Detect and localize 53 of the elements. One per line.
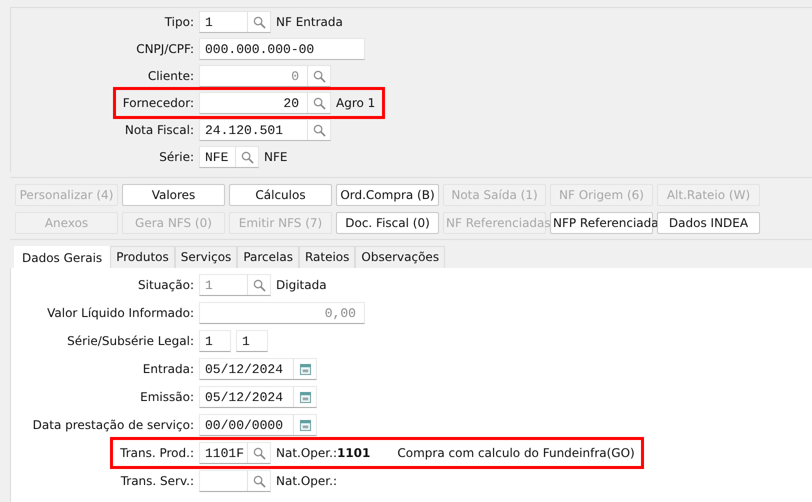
field-label: Situação: xyxy=(138,278,194,292)
action-button[interactable]: Doc. Fiscal (0) xyxy=(336,212,439,234)
description-text: Agro 1 xyxy=(336,96,376,110)
description-text: Compra com calculo do Fundeinfra(GO) xyxy=(397,446,635,460)
field-label: CNPJ/CPF: xyxy=(136,42,194,56)
lookup-field[interactable] xyxy=(199,470,271,492)
lookup-field[interactable]: 1101F xyxy=(199,442,271,464)
action-button[interactable]: Ord.Compra (B) xyxy=(336,184,439,206)
tab[interactable]: Observações xyxy=(355,246,446,268)
input-field[interactable]: 000.000.000-00 xyxy=(199,38,365,60)
calendar-icon[interactable] xyxy=(300,392,310,402)
field-label: Valor Líquido Informado: xyxy=(47,306,194,320)
field-label: Trans. Prod.: xyxy=(120,446,194,460)
search-icon[interactable] xyxy=(252,16,266,28)
field-label: Série: xyxy=(159,150,194,164)
description-text: NF Entrada xyxy=(276,15,343,29)
field-label: Data prestação de serviço: xyxy=(32,418,194,432)
action-button[interactable]: Dados INDEA xyxy=(657,212,760,234)
tab[interactable]: Rateios xyxy=(298,246,356,268)
lookup-field[interactable]: 24.120.501 xyxy=(199,119,331,141)
nat-oper-text: Nat.Oper.:1101 xyxy=(276,446,370,460)
field-label: Fornecedor: xyxy=(122,96,194,110)
date-field[interactable]: 00/00/0000 xyxy=(199,414,317,436)
date-field[interactable]: 05/12/2024 xyxy=(199,386,317,408)
description-text: Digitada xyxy=(276,278,327,292)
field-label: Cliente: xyxy=(148,69,194,83)
action-button[interactable]: Cálculos xyxy=(229,184,332,206)
input-field[interactable]: 1 xyxy=(236,330,268,352)
search-icon[interactable] xyxy=(252,474,266,488)
field-label: Entrada: xyxy=(142,362,194,376)
search-icon[interactable] xyxy=(312,124,326,136)
search-icon[interactable] xyxy=(312,96,326,110)
action-button[interactable]: Valores xyxy=(122,184,225,206)
field-label: Emissão: xyxy=(140,390,194,404)
tab[interactable]: Produtos xyxy=(110,246,175,268)
input-field[interactable]: 1 xyxy=(199,330,231,352)
calendar-icon[interactable] xyxy=(300,420,310,430)
date-field[interactable]: 05/12/2024 xyxy=(199,358,317,380)
field-label: Trans. Serv.: xyxy=(120,474,194,488)
tab[interactable]: Serviços xyxy=(174,246,238,268)
calendar-icon[interactable] xyxy=(300,364,310,374)
field-label: Tipo: xyxy=(164,15,194,29)
description-text: NFE xyxy=(264,150,288,164)
search-icon[interactable] xyxy=(240,150,254,164)
field-label: Série/Subsérie Legal: xyxy=(67,334,194,348)
lookup-field[interactable]: 1 xyxy=(199,11,271,33)
tab[interactable]: Dados Gerais xyxy=(14,246,110,268)
field-label: Nota Fiscal: xyxy=(124,123,194,137)
search-icon[interactable] xyxy=(252,446,266,460)
nat-oper-text: Nat.Oper.: xyxy=(276,474,337,488)
tab[interactable]: Parcelas xyxy=(237,246,299,268)
lookup-field[interactable]: 20 xyxy=(199,92,331,114)
lookup-field[interactable]: NFE xyxy=(199,146,259,168)
